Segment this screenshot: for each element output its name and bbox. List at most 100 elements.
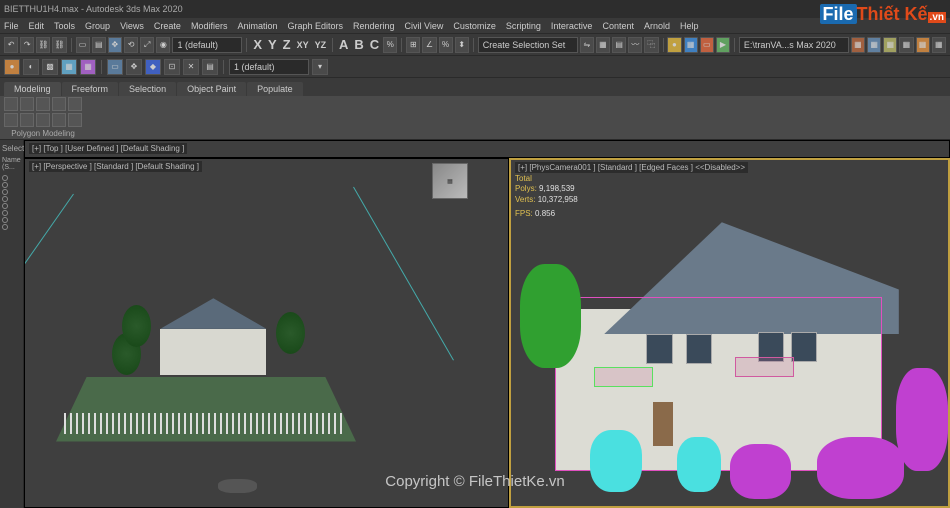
rotate-icon[interactable]: ⟲: [124, 37, 138, 53]
axis-x-icon[interactable]: X: [253, 37, 262, 52]
ribbon-tab-populate[interactable]: Populate: [247, 82, 303, 96]
tb2-icon-1[interactable]: ●: [4, 59, 20, 75]
tb2-x-icon[interactable]: ✕: [183, 59, 199, 75]
tb2-dropdown[interactable]: 1 (default): [229, 59, 309, 75]
tb2-chevron-icon[interactable]: ▾: [312, 59, 328, 75]
select-move-icon[interactable]: ✥: [108, 37, 122, 53]
scene-item[interactable]: [2, 224, 21, 230]
ribbon-tab-modeling[interactable]: Modeling: [4, 82, 61, 96]
select-icon[interactable]: ▭: [76, 37, 90, 53]
redo-icon[interactable]: ↷: [20, 37, 34, 53]
menu-customize[interactable]: Customize: [453, 21, 496, 31]
tb2-icon-5[interactable]: ▦: [80, 59, 96, 75]
asset-icon-2[interactable]: ▦: [867, 37, 881, 53]
menu-modifiers[interactable]: Modifiers: [191, 21, 228, 31]
letter-c[interactable]: C: [370, 37, 379, 52]
asset-icon-5[interactable]: ▦: [916, 37, 930, 53]
percent-icon[interactable]: %: [383, 37, 397, 53]
menu-rendering[interactable]: Rendering: [353, 21, 395, 31]
scene-item[interactable]: [2, 210, 21, 216]
menu-file[interactable]: File: [4, 21, 19, 31]
rp-border-icon[interactable]: [36, 97, 50, 111]
ribbon-tab-object-paint[interactable]: Object Paint: [177, 82, 246, 96]
ribbon-tab-selection[interactable]: Selection: [119, 82, 176, 96]
menu-civil-view[interactable]: Civil View: [405, 21, 444, 31]
rp-icon-d[interactable]: [52, 113, 66, 127]
axis-yz-icon[interactable]: YZ: [315, 40, 327, 50]
tb2-doc-icon[interactable]: ▤: [202, 59, 218, 75]
curve-editor-icon[interactable]: 〰: [628, 37, 642, 53]
scene-item[interactable]: [2, 196, 21, 202]
asset-icon-3[interactable]: ▦: [883, 37, 897, 53]
menu-edit[interactable]: Edit: [29, 21, 45, 31]
visibility-icon[interactable]: [2, 217, 8, 223]
menu-scripting[interactable]: Scripting: [506, 21, 541, 31]
visibility-icon[interactable]: [2, 203, 8, 209]
menu-animation[interactable]: Animation: [237, 21, 277, 31]
menu-help[interactable]: Help: [680, 21, 699, 31]
coordsys-dropdown[interactable]: 1 (default): [172, 37, 242, 53]
asset-icon-6[interactable]: ▦: [932, 37, 946, 53]
render-icon[interactable]: ▶: [716, 37, 730, 53]
link-icon[interactable]: ⛓: [36, 37, 50, 53]
viewport-perspective[interactable]: [+] [Perspective ] [Standard ] [Default …: [24, 158, 509, 508]
rp-icon-e[interactable]: [68, 113, 82, 127]
snap-icon[interactable]: ⊞: [406, 37, 420, 53]
unlink-icon[interactable]: ⛓: [52, 37, 66, 53]
mirror-icon[interactable]: ⇋: [580, 37, 594, 53]
tb2-icon-2[interactable]: ◐: [23, 59, 39, 75]
scene-item[interactable]: [2, 217, 21, 223]
menu-graph-editors[interactable]: Graph Editors: [287, 21, 343, 31]
menu-group[interactable]: Group: [85, 21, 110, 31]
menu-arnold[interactable]: Arnold: [644, 21, 670, 31]
visibility-icon[interactable]: [2, 224, 8, 230]
spinner-snap-icon[interactable]: ⬍: [455, 37, 469, 53]
tb2-icon-3[interactable]: ▩: [42, 59, 58, 75]
render-setup-icon[interactable]: ▦: [684, 37, 698, 53]
selection-set-dropdown[interactable]: Create Selection Set: [478, 37, 578, 53]
scale-icon[interactable]: ⤢: [140, 37, 154, 53]
visibility-icon[interactable]: [2, 189, 8, 195]
axis-y-icon[interactable]: Y: [268, 37, 277, 52]
viewcube-icon[interactable]: ▦: [432, 163, 468, 199]
axis-xy-icon[interactable]: XY: [297, 40, 309, 50]
rp-edge-icon[interactable]: [20, 97, 34, 111]
scene-item[interactable]: [2, 189, 21, 195]
menu-create[interactable]: Create: [154, 21, 181, 31]
visibility-icon[interactable]: [2, 210, 8, 216]
tb2-move-icon[interactable]: ✥: [126, 59, 142, 75]
tb2-icon-blue[interactable]: ◆: [145, 59, 161, 75]
schematic-icon[interactable]: ⿻: [644, 37, 658, 53]
undo-icon[interactable]: ↶: [4, 37, 18, 53]
asset-icon-1[interactable]: ▦: [851, 37, 865, 53]
tb2-icon-6[interactable]: ⊡: [164, 59, 180, 75]
layers-icon[interactable]: ▤: [612, 37, 626, 53]
viewport-top[interactable]: [+] [Top ] [User Defined ] [Default Shad…: [24, 140, 950, 158]
scene-item[interactable]: [2, 182, 21, 188]
angle-snap-icon[interactable]: ∠: [422, 37, 436, 53]
ribbon-tab-freeform[interactable]: Freeform: [62, 82, 119, 96]
place-icon[interactable]: ◉: [156, 37, 170, 53]
select-name-icon[interactable]: ▤: [92, 37, 106, 53]
rp-poly-icon[interactable]: [52, 97, 66, 111]
visibility-icon[interactable]: [2, 196, 8, 202]
axis-z-icon[interactable]: Z: [283, 37, 291, 52]
rp-element-icon[interactable]: [68, 97, 82, 111]
menu-content[interactable]: Content: [602, 21, 634, 31]
visibility-icon[interactable]: [2, 182, 8, 188]
menu-tools[interactable]: Tools: [54, 21, 75, 31]
viewport-cam-label[interactable]: [+] [PhysCamera001 ] [Standard ] [Edged …: [515, 162, 748, 173]
letter-b[interactable]: B: [354, 37, 363, 52]
tb2-select-icon[interactable]: ▭: [107, 59, 123, 75]
render-frame-icon[interactable]: ▭: [700, 37, 714, 53]
path-dropdown[interactable]: E:\tranVA...s Max 2020: [739, 37, 849, 53]
menu-interactive[interactable]: Interactive: [551, 21, 593, 31]
asset-icon-4[interactable]: ▦: [899, 37, 913, 53]
rp-icon-c[interactable]: [36, 113, 50, 127]
material-editor-icon[interactable]: ●: [667, 37, 681, 53]
align-icon[interactable]: ▦: [596, 37, 610, 53]
letter-a[interactable]: A: [339, 37, 348, 52]
tb2-icon-4[interactable]: ▦: [61, 59, 77, 75]
percent-snap-icon[interactable]: %: [439, 37, 453, 53]
viewport-persp-label[interactable]: [+] [Perspective ] [Standard ] [Default …: [29, 161, 202, 172]
